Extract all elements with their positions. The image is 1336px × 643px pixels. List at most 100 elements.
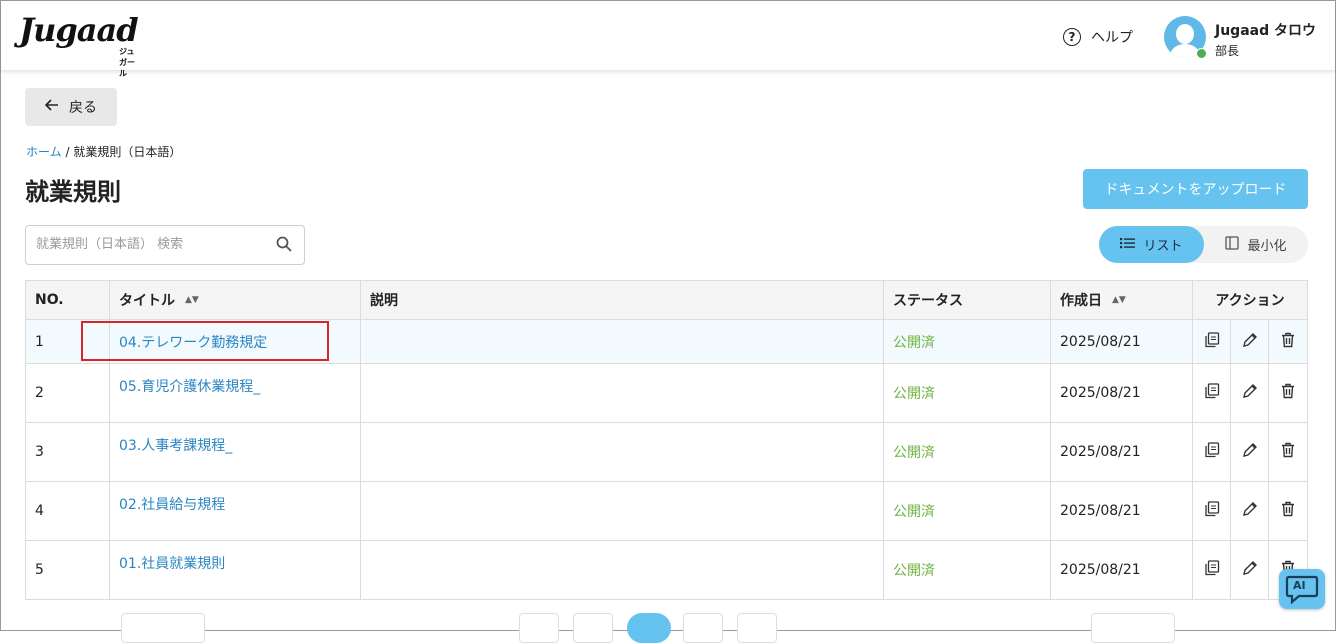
view-toggle: リスト 最小化 <box>1099 226 1308 263</box>
row-description <box>361 320 884 363</box>
row-date: 2025/08/21 <box>1051 482 1193 540</box>
table-header-row: NO. タイトル ▲▼ 説明 ステータス 作成日 ▲▼ アクション <box>26 281 1307 320</box>
sort-icon[interactable]: ▲▼ <box>1112 295 1126 305</box>
delete-button[interactable] <box>1269 364 1307 422</box>
copy-button[interactable] <box>1193 482 1231 540</box>
trash-icon <box>1281 383 1295 403</box>
pagination-page-button[interactable] <box>737 613 777 643</box>
status-badge: 公開済 <box>884 482 1051 540</box>
copy-button[interactable] <box>1193 541 1231 599</box>
pencil-icon <box>1242 442 1258 462</box>
row-title-link[interactable]: 05.育児介護休業規程_ <box>119 376 260 396</box>
pagination-current-page[interactable] <box>627 613 671 643</box>
pencil-icon <box>1242 332 1258 352</box>
row-title-cell: 05.育児介護休業規程_ <box>110 364 361 422</box>
user-name[interactable]: Jugaad タロウ <box>1215 20 1316 40</box>
delete-button[interactable] <box>1269 320 1307 363</box>
breadcrumb-home[interactable]: ホーム <box>26 145 62 159</box>
row-title-cell: 02.社員給与規程 <box>110 482 361 540</box>
back-label: 戻る <box>69 100 97 116</box>
row-title-link[interactable]: 02.社員給与規程 <box>119 494 225 514</box>
status-badge: 公開済 <box>884 364 1051 422</box>
avatar-head-shape <box>1176 24 1194 44</box>
edit-button[interactable] <box>1231 320 1269 363</box>
help-label: ヘルプ <box>1091 30 1133 46</box>
copy-icon <box>1204 331 1220 352</box>
table-row: 3 03.人事考課規程_ 公開済 2025/08/21 <box>26 423 1307 482</box>
header-actions: アクション <box>1215 293 1285 309</box>
row-number: 5 <box>26 541 110 599</box>
header-description: 説明 <box>361 281 884 319</box>
help-link[interactable]: ? ヘルプ <box>1063 27 1133 47</box>
row-title-link[interactable]: 01.社員就業規則 <box>119 553 225 573</box>
copy-button[interactable] <box>1193 364 1231 422</box>
logo-subtext: ジュガール <box>119 47 135 78</box>
table-row: 2 05.育児介護休業規程_ 公開済 2025/08/21 <box>26 364 1307 423</box>
ai-label: AI <box>1293 579 1306 592</box>
copy-icon <box>1204 383 1220 403</box>
upload-document-button[interactable]: ドキュメントをアップロード <box>1083 169 1308 209</box>
row-description <box>361 423 884 481</box>
status-badge: 公開済 <box>884 423 1051 481</box>
edit-button[interactable] <box>1231 423 1269 481</box>
pagination-page-button[interactable] <box>683 613 723 643</box>
status-badge: 公開済 <box>884 541 1051 599</box>
delete-button[interactable] <box>1269 482 1307 540</box>
row-description <box>361 364 884 422</box>
sort-icon[interactable]: ▲▼ <box>185 295 199 305</box>
back-button[interactable]: 戻る <box>25 88 117 126</box>
breadcrumb-current: 就業規則（日本語） <box>73 145 182 159</box>
online-status-icon <box>1196 48 1207 59</box>
pagination-page-button[interactable] <box>573 613 613 643</box>
logo-text: Jugaad <box>19 11 139 49</box>
edit-button[interactable] <box>1231 541 1269 599</box>
user-role: 部長 <box>1215 44 1240 58</box>
delete-button[interactable] <box>1269 423 1307 481</box>
pagination-next-button[interactable] <box>1091 613 1175 643</box>
view-list-button[interactable]: リスト <box>1099 226 1204 263</box>
view-list-label: リスト <box>1143 239 1183 254</box>
row-number: 3 <box>26 423 110 481</box>
search-input[interactable] <box>34 236 268 253</box>
sidebar-panel-icon <box>1225 235 1240 254</box>
list-icon <box>1120 237 1136 253</box>
search-box <box>25 225 305 265</box>
copy-icon <box>1204 560 1220 580</box>
search-icon[interactable] <box>276 236 292 256</box>
table-row: 5 01.社員就業規則 公開済 2025/08/21 <box>26 541 1307 600</box>
pencil-icon <box>1242 501 1258 521</box>
row-title-link[interactable]: 03.人事考課規程_ <box>119 435 232 455</box>
header-title-label: タイトル <box>119 293 175 309</box>
header-date[interactable]: 作成日 ▲▼ <box>1051 281 1193 319</box>
row-title-cell: 01.社員就業規則 <box>110 541 361 599</box>
edit-button[interactable] <box>1231 364 1269 422</box>
pagination-page-button[interactable] <box>519 613 559 643</box>
view-minimize-button[interactable]: 最小化 <box>1204 226 1308 263</box>
row-date: 2025/08/21 <box>1051 423 1193 481</box>
copy-button[interactable] <box>1193 320 1231 363</box>
status-badge: 公開済 <box>884 320 1051 363</box>
header-no: NO. <box>26 281 110 319</box>
breadcrumb-separator: / <box>65 145 70 159</box>
jugaad-logo[interactable]: Jugaad ジュガール <box>19 11 139 78</box>
header-status: ステータス <box>884 281 1051 319</box>
row-date: 2025/08/21 <box>1051 320 1193 363</box>
edit-button[interactable] <box>1231 482 1269 540</box>
trash-icon <box>1281 501 1295 521</box>
copy-button[interactable] <box>1193 423 1231 481</box>
row-actions <box>1193 423 1307 481</box>
header-title[interactable]: タイトル ▲▼ <box>110 281 361 319</box>
ai-assistant-button[interactable]: AI <box>1279 569 1325 609</box>
copy-icon <box>1204 501 1220 521</box>
row-actions <box>1193 364 1307 422</box>
row-number: 2 <box>26 364 110 422</box>
trash-icon <box>1281 442 1295 462</box>
row-description <box>361 541 884 599</box>
pencil-icon <box>1242 560 1258 580</box>
arrow-left-icon <box>44 99 59 115</box>
row-actions <box>1193 482 1307 540</box>
row-number: 4 <box>26 482 110 540</box>
row-title-cell: 03.人事考課規程_ <box>110 423 361 481</box>
pagination-prev-button[interactable] <box>121 613 205 643</box>
row-actions <box>1193 320 1307 363</box>
